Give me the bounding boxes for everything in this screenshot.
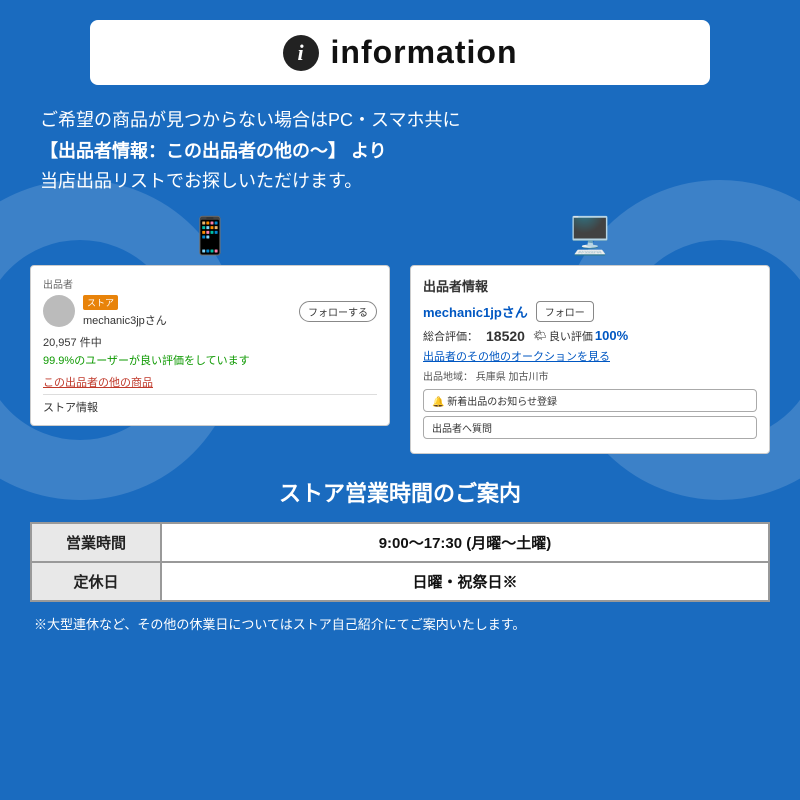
screenshots-row: 📱 出品者 ストア mechanic3jpさん フォローする 20,957 件中…: [30, 215, 770, 454]
left-follow-button[interactable]: フォローする: [299, 301, 377, 322]
left-seller-row: ストア mechanic3jpさん フォローする: [43, 295, 377, 328]
divider: [43, 394, 377, 395]
store-badge: ストア: [83, 295, 118, 310]
rating-num: 18520: [486, 328, 525, 344]
desktop-icon: 🖥️: [568, 215, 613, 257]
store-hours-title: ストア営業時間のご案内: [30, 476, 770, 508]
holiday-label: 定休日: [31, 562, 161, 601]
location-text: 出品地域： 兵庫県 加古川市: [423, 368, 757, 383]
table-row: 定休日 日曜・祝祭日※: [31, 562, 769, 601]
location-label: 出品地域：: [423, 372, 473, 383]
rating-label: 総合評価：: [423, 328, 478, 344]
main-text-line1: ご希望の商品が見つからない場合はPC・スマホ共に: [40, 105, 760, 136]
footer-note: ※大型連休など、その他の休業日についてはストア自己紹介にてご案内いたします。: [30, 614, 770, 633]
good-rating: 🌤 良い評価 100%: [533, 328, 628, 344]
main-text-line3: 当店出品リストでお探しいただけます。: [40, 166, 760, 197]
left-seller-name: mechanic3jpさん: [83, 312, 291, 328]
header-box: i information: [90, 20, 710, 85]
desktop-col: 🖥️ 出品者情報 mechanic1jpさん フォロー 総合評価： 18520 …: [410, 215, 770, 454]
left-rating-text: 99.9%のユーザーが良い評価をしています: [43, 352, 377, 368]
main-description: ご希望の商品が見つからない場合はPC・スマホ共に 【出品者情報：この出品者の他の…: [30, 105, 770, 197]
page-title: information: [331, 34, 518, 71]
right-section-label: 出品者情報: [423, 276, 757, 295]
store-hours-section: ストア営業時間のご案内 営業時間 9:00〜17:30 (月曜〜土曜) 定休日 …: [30, 476, 770, 633]
holiday-value: 日曜・祝祭日※: [161, 562, 769, 601]
main-text-line2-text: 【出品者情報：この出品者の他の〜】 より: [40, 141, 387, 161]
mobile-col: 📱 出品者 ストア mechanic3jpさん フォローする 20,957 件中…: [30, 215, 390, 454]
good-pct: 100%: [595, 328, 628, 343]
sun-emoji: 🌤: [533, 329, 547, 342]
hours-value: 9:00〜17:30 (月曜〜土曜): [161, 523, 769, 562]
right-follow-button[interactable]: フォロー: [536, 301, 594, 322]
left-screenshot: 出品者 ストア mechanic3jpさん フォローする 20,957 件中 9…: [30, 265, 390, 426]
info-icon: i: [283, 35, 319, 71]
question-button[interactable]: 出品者へ質問: [423, 416, 757, 439]
hours-label: 営業時間: [31, 523, 161, 562]
new-listing-button[interactable]: 🔔 新着出品のお知らせ登録: [423, 389, 757, 412]
table-row: 営業時間 9:00〜17:30 (月曜〜土曜): [31, 523, 769, 562]
rating-row: 総合評価： 18520 🌤 良い評価 100%: [423, 328, 757, 344]
location-value: 兵庫県 加古川市: [476, 372, 549, 383]
main-container: i information ご希望の商品が見つからない場合はPC・スマホ共に 【…: [0, 0, 800, 653]
info-icon-letter: i: [297, 40, 303, 66]
right-seller-row: mechanic1jpさん フォロー: [423, 301, 757, 322]
right-seller-name: mechanic1jpさん: [423, 302, 528, 321]
left-stats: 20,957 件中: [43, 334, 377, 350]
left-section-label: 出品者: [43, 276, 377, 291]
auction-link[interactable]: 出品者のその他のオークションを見る: [423, 348, 757, 364]
right-screenshot: 出品者情報 mechanic1jpさん フォロー 総合評価： 18520 🌤 良…: [410, 265, 770, 454]
left-bottom-label: ストア情報: [43, 399, 377, 415]
good-label: 良い評価: [549, 328, 593, 344]
left-seller-info: ストア mechanic3jpさん: [83, 295, 291, 328]
mobile-icon: 📱: [188, 215, 233, 257]
main-text-line2: 【出品者情報：この出品者の他の〜】 より: [40, 136, 760, 167]
avatar: [43, 295, 75, 327]
left-link-text[interactable]: この出品者の他の商品: [43, 374, 377, 390]
hours-table: 営業時間 9:00〜17:30 (月曜〜土曜) 定休日 日曜・祝祭日※: [30, 522, 770, 602]
